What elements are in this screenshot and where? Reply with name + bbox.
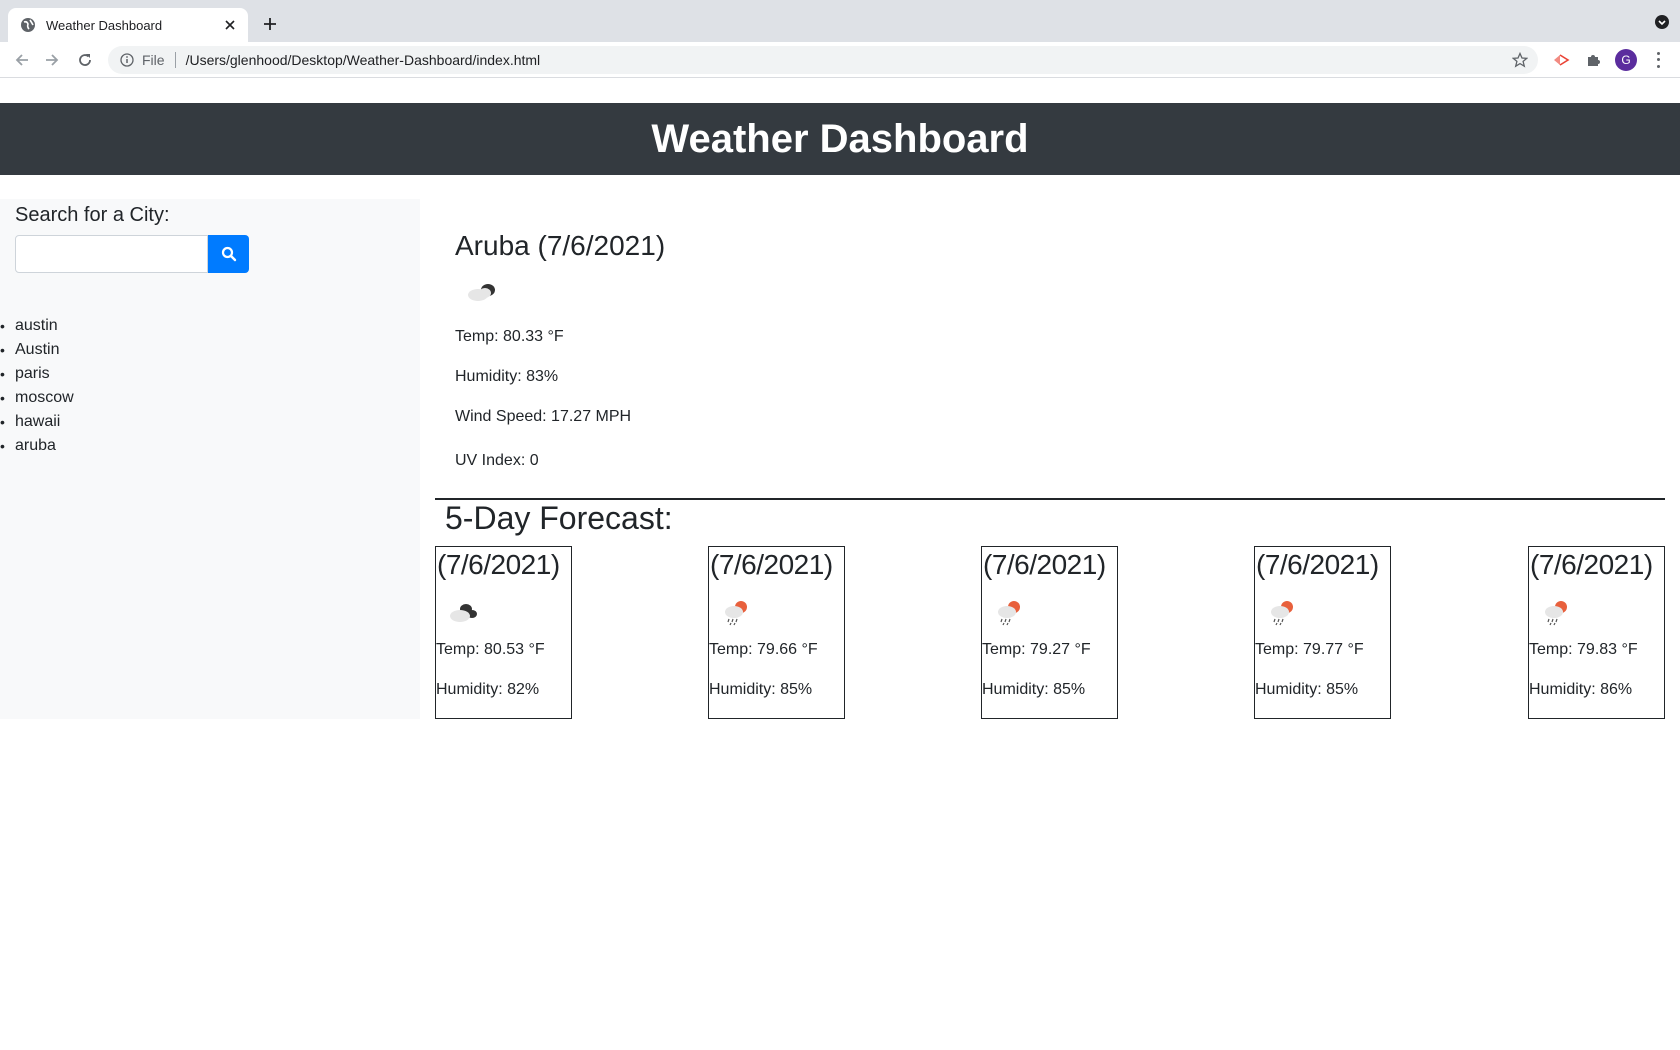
current-wind-speed: Wind Speed: 17.27 MPH: [455, 408, 632, 425]
browser-menu-icon[interactable]: [1652, 50, 1664, 70]
search-icon: [221, 246, 237, 262]
reload-icon[interactable]: [75, 50, 95, 70]
history-item[interactable]: Austin: [0, 338, 74, 362]
browser-tabstrip: Weather Dashboard: [0, 0, 1680, 42]
forecast-humidity: Humidity: 85%: [982, 681, 1086, 698]
forecast-humidity: Humidity: 86%: [1529, 681, 1633, 698]
forecast-temp: Temp: 80.53 °F: [436, 641, 545, 658]
broken-clouds-night-icon: [461, 278, 501, 308]
broken-clouds-night-icon: [444, 597, 484, 627]
search-button[interactable]: [208, 235, 249, 273]
history-item[interactable]: moscow: [0, 386, 74, 410]
url-text[interactable]: /Users/glenhood/Desktop/Weather-Dashboar…: [186, 52, 1512, 68]
forecast-date: (7/6/2021): [710, 549, 833, 580]
current-humidity: Humidity: 83%: [455, 368, 559, 385]
page-title: Weather Dashboard: [651, 116, 1029, 161]
search-label: Search for a City:: [15, 204, 170, 226]
new-tab-icon[interactable]: [258, 12, 282, 36]
back-icon[interactable]: [12, 50, 32, 70]
url-scheme: File: [142, 52, 165, 68]
address-bar[interactable]: File /Users/glenhood/Desktop/Weather-Das…: [108, 46, 1538, 74]
page-header: Weather Dashboard: [0, 103, 1680, 175]
bookmark-star-icon[interactable]: [1512, 52, 1528, 68]
history-item[interactable]: paris: [0, 362, 74, 386]
forecast-date: (7/6/2021): [1530, 549, 1653, 580]
forecast-card: (7/6/2021) Temp: 79.77 °F Humidity: 85%: [1254, 546, 1391, 719]
globe-icon: [20, 17, 36, 33]
forecast-title: 5-Day Forecast:: [445, 500, 673, 536]
forecast-temp: Temp: 79.83 °F: [1529, 641, 1638, 658]
forward-icon[interactable]: [42, 50, 62, 70]
forecast-card: (7/6/2021) Temp: 80.53 °F Humidity: 82%: [435, 546, 572, 719]
puzzle-extensions-icon[interactable]: [1584, 51, 1602, 69]
browser-tab[interactable]: Weather Dashboard: [8, 8, 248, 42]
search-sidebar: Search for a City: austin Austin paris m…: [0, 199, 420, 719]
current-weather: Aruba (7/6/2021) Temp: 80.33 °F Humidity…: [455, 230, 666, 469]
forecast-date: (7/6/2021): [1256, 549, 1379, 580]
search-history-list: austin Austin paris moscow hawaii aruba: [0, 314, 74, 458]
current-city-title: Aruba (7/6/2021): [455, 230, 666, 261]
profile-avatar[interactable]: G: [1615, 49, 1637, 71]
forecast-humidity: Humidity: 85%: [1255, 681, 1359, 698]
forecast-date: (7/6/2021): [983, 549, 1106, 580]
rain-day-icon: [990, 597, 1030, 627]
info-icon[interactable]: [120, 53, 134, 67]
rain-day-icon: [1537, 597, 1577, 627]
city-search-input[interactable]: [15, 235, 208, 273]
current-uv-index: UV Index: 0: [455, 452, 539, 469]
current-temp: Temp: 80.33 °F: [455, 328, 564, 345]
history-item[interactable]: aruba: [0, 434, 74, 458]
forecast-card: (7/6/2021) Temp: 79.27 °F Humidity: 85%: [981, 546, 1118, 719]
history-item[interactable]: austin: [0, 314, 74, 338]
forecast-humidity: Humidity: 82%: [436, 681, 540, 698]
forecast-date: (7/6/2021): [437, 549, 560, 580]
forecast-card: (7/6/2021) Temp: 79.66 °F Humidity: 85%: [708, 546, 845, 719]
browser-toolbar: File /Users/glenhood/Desktop/Weather-Das…: [0, 42, 1680, 78]
forecast-temp: Temp: 79.77 °F: [1255, 641, 1364, 658]
extension-icon[interactable]: [1552, 51, 1570, 69]
url-separator: [174, 52, 176, 68]
rain-day-icon: [1263, 597, 1303, 627]
forecast-temp: Temp: 79.27 °F: [982, 641, 1091, 658]
history-item[interactable]: hawaii: [0, 410, 74, 434]
forecast-card: (7/6/2021) Temp: 79.83 °F Humidity: 86%: [1528, 546, 1665, 719]
close-tab-icon[interactable]: [222, 17, 238, 33]
rain-day-icon: [717, 597, 757, 627]
forecast-temp: Temp: 79.66 °F: [709, 641, 818, 658]
tab-title: Weather Dashboard: [46, 17, 163, 33]
forecast-humidity: Humidity: 85%: [709, 681, 813, 698]
tab-search-icon[interactable]: [1654, 14, 1670, 30]
